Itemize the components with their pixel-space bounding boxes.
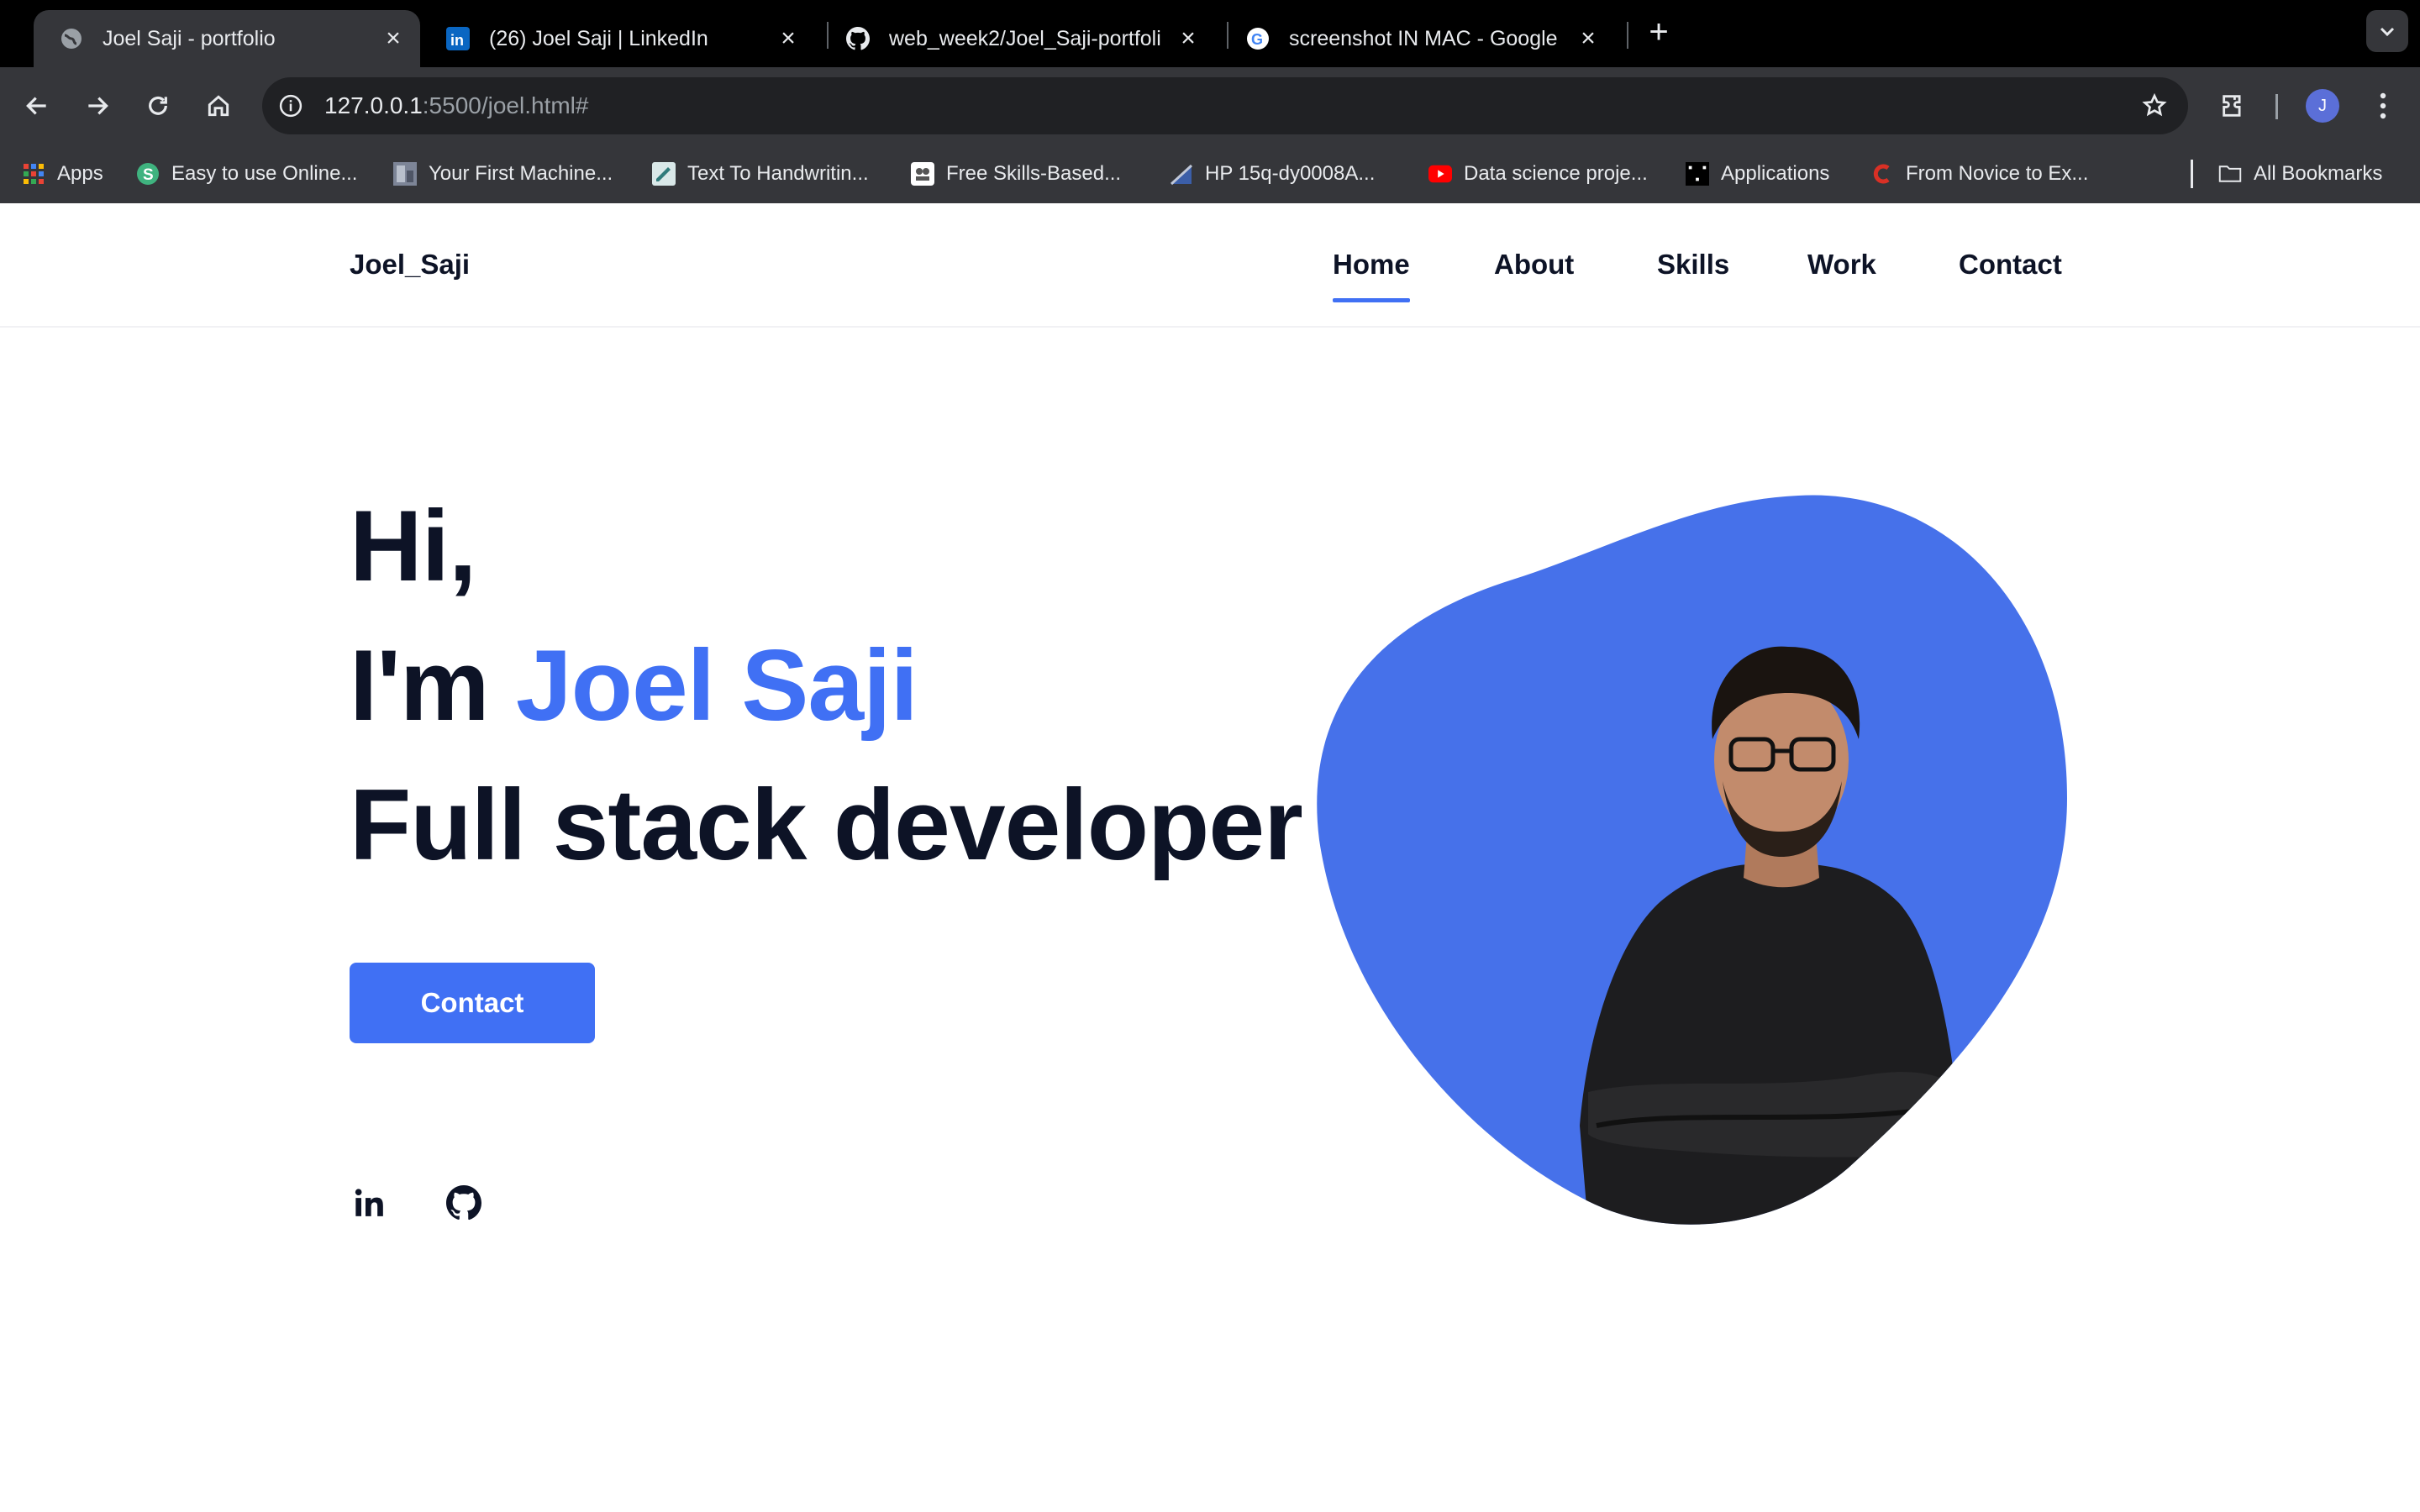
github-icon	[845, 26, 871, 51]
bookmarks-bar: Apps S Easy to use Online... Your First …	[0, 144, 2420, 204]
toolbar-separator	[2275, 94, 2278, 119]
bookmark-label: Free Skills-Based...	[946, 162, 1122, 185]
applications-icon	[1686, 162, 1709, 186]
bookmark-item[interactable]: Text To Handwritin...	[652, 144, 869, 203]
nav-about[interactable]: About	[1494, 203, 1574, 326]
address-bar[interactable]: 127.0.0.1:5500/joel.html#	[262, 77, 2188, 134]
site-header: Joel_Saji Home About Skills Work Contact	[0, 203, 2420, 328]
bookmark-star-icon[interactable]	[2138, 89, 2171, 123]
globe-icon	[59, 26, 84, 51]
bookmark-label: Applications	[1721, 162, 1830, 185]
bookmark-label: All Bookmarks	[2254, 162, 2383, 185]
close-icon[interactable]: ×	[775, 24, 802, 52]
bookmark-label: From Novice to Ex...	[1906, 162, 2089, 185]
bookmark-label: Data science proje...	[1464, 162, 1648, 185]
svg-text:in: in	[450, 32, 464, 49]
tab-title: (26) Joel Saji | LinkedIn	[489, 26, 708, 50]
bookmark-item[interactable]: Free Skills-Based...	[911, 144, 1121, 203]
tab-separator	[1627, 22, 1628, 49]
close-icon[interactable]: ×	[380, 24, 407, 52]
menu-button[interactable]	[2366, 86, 2400, 126]
bookmark-item[interactable]: Your First Machine...	[393, 144, 613, 203]
bookmark-item[interactable]: Applications	[1686, 144, 1829, 203]
new-tab-button[interactable]: +	[1640, 13, 1677, 50]
tab-portfolio[interactable]: Joel Saji - portfolio ×	[34, 10, 420, 67]
apps-grid-icon	[22, 162, 45, 186]
hero-name: Joel Saji	[515, 629, 918, 742]
back-button[interactable]	[17, 86, 57, 126]
url-text[interactable]: 127.0.0.1:5500/joel.html#	[324, 77, 588, 134]
home-button[interactable]	[198, 86, 239, 126]
google-icon: G	[1245, 26, 1270, 51]
nav-home[interactable]: Home	[1333, 203, 1410, 326]
nav-contact[interactable]: Contact	[1959, 203, 2062, 326]
bookmark-label: HP 15q-dy0008A...	[1205, 162, 1376, 185]
hero-greeting: Hi,	[350, 490, 476, 602]
contact-button[interactable]: Contact	[350, 963, 595, 1043]
reload-button[interactable]	[138, 86, 178, 126]
tab-linkedin[interactable]: in (26) Joel Saji | LinkedIn ×	[420, 10, 815, 67]
handwriting-icon	[652, 162, 676, 186]
hero-intro: I'm Joel Saji	[350, 635, 918, 736]
bookmark-item[interactable]: S Easy to use Online...	[136, 144, 357, 203]
site-info-icon[interactable]	[274, 89, 308, 123]
puzzle-icon	[2223, 95, 2241, 117]
browser-toolbar: 127.0.0.1:5500/joel.html# J	[0, 67, 2420, 144]
tab-title: screenshot IN MAC - Google Search	[1289, 26, 1561, 50]
nav-work[interactable]: Work	[1807, 203, 1876, 326]
bookmark-label: Text To Handwritin...	[687, 162, 869, 185]
youtube-icon	[1428, 162, 1452, 186]
hero-intro-prefix: I'm	[350, 629, 516, 742]
back-arrow-icon	[26, 97, 46, 115]
tab-title: Joel Saji - portfolio	[103, 26, 276, 50]
url-host: 127.0.0.1	[324, 92, 423, 118]
laptop-icon	[1170, 162, 1193, 186]
tab-strip: Joel Saji - portfolio × in (26) Joel Saj…	[0, 0, 2420, 67]
svg-text:S: S	[143, 166, 154, 184]
profile-avatar[interactable]: J	[2306, 89, 2339, 123]
tab-search-button[interactable]	[2366, 10, 2408, 52]
linkedin-icon: in	[445, 26, 471, 51]
close-icon[interactable]: ×	[1575, 24, 1602, 52]
s-logo-icon: S	[136, 162, 160, 186]
nav-skills[interactable]: Skills	[1657, 203, 1729, 326]
tab-github[interactable]: web_week2/Joel_Saji-portfolio ×	[820, 10, 1215, 67]
bookmark-item[interactable]: Data science proje...	[1428, 144, 1648, 203]
forward-arrow-icon	[88, 97, 108, 115]
forward-button[interactable]	[77, 86, 118, 126]
bookmark-apps[interactable]: Apps	[22, 144, 103, 203]
bookmarks-separator	[2191, 160, 2193, 188]
linkedin-icon	[355, 1189, 383, 1216]
extensions-button[interactable]	[2213, 86, 2254, 126]
linkedin-link[interactable]	[350, 1183, 390, 1223]
bookmark-label: Easy to use Online...	[171, 162, 358, 185]
bookmark-item[interactable]: From Novice to Ex...	[1870, 144, 2088, 203]
tab-google[interactable]: G screenshot IN MAC - Google Search ×	[1220, 10, 1615, 67]
github-link[interactable]	[444, 1183, 484, 1223]
bookmark-item[interactable]: HP 15q-dy0008A...	[1170, 144, 1375, 203]
bookmark-label: Your First Machine...	[429, 162, 613, 185]
tab-title: web_week2/Joel_Saji-portfolio	[889, 26, 1161, 50]
c-logo-icon	[1870, 162, 1894, 186]
close-icon[interactable]: ×	[1175, 24, 1202, 52]
image-thumb-icon	[393, 162, 417, 186]
profile-image	[1317, 495, 2067, 1225]
folder-icon	[2218, 162, 2242, 186]
home-icon	[208, 95, 229, 117]
hero-role: Full stack developer	[350, 769, 1303, 881]
skills-icon	[911, 162, 934, 186]
kebab-menu-icon	[2380, 92, 2386, 119]
bookmark-label: Apps	[57, 162, 103, 185]
all-bookmarks-button[interactable]: All Bookmarks	[2218, 144, 2382, 203]
reload-icon	[149, 96, 167, 115]
svg-text:G: G	[1251, 31, 1263, 48]
site-logo[interactable]: Joel_Saji	[350, 203, 470, 326]
github-icon	[446, 1185, 481, 1221]
url-path: :5500/joel.html#	[422, 92, 589, 118]
chevron-down-icon	[2380, 27, 2395, 37]
